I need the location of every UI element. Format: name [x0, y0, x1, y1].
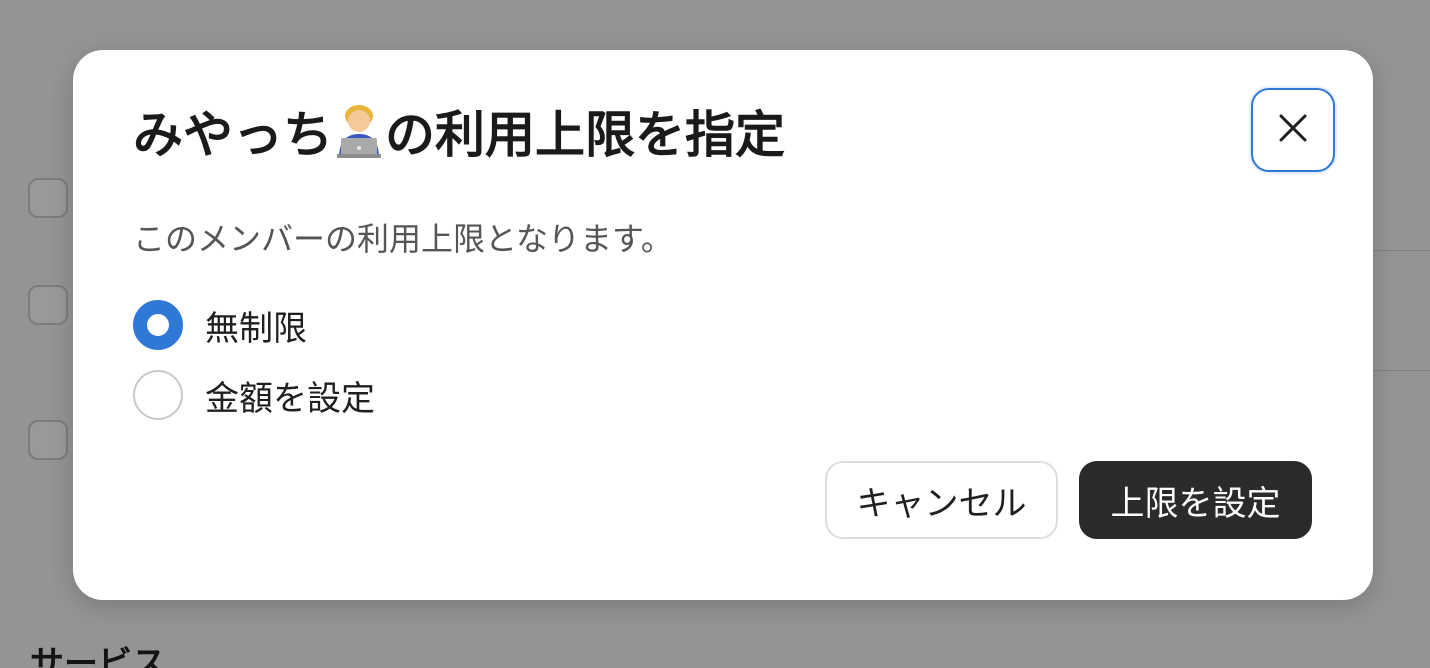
set-limit-button[interactable]: 上限を設定: [1079, 461, 1312, 539]
option-unlimited[interactable]: 無制限: [133, 300, 307, 350]
option-label: 金額を設定: [205, 378, 375, 419]
radio-set-amount[interactable]: [133, 370, 183, 420]
option-set-amount[interactable]: 金額を設定: [133, 370, 375, 420]
option-label: 無制限: [205, 308, 307, 349]
technologist-icon: [333, 102, 385, 158]
radio-unlimited[interactable]: [133, 300, 183, 350]
member-name: みやっち: [133, 106, 333, 164]
cancel-button[interactable]: キャンセル: [825, 461, 1058, 539]
usage-limit-dialog: みやっち の利用上限を指定 このメンバーの利用上限となります。 無制限 金額を設…: [73, 50, 1373, 600]
close-button[interactable]: [1251, 88, 1335, 172]
dialog-description: このメンバーの利用上限となります。: [133, 220, 673, 258]
title-suffix: の利用上限を指定: [385, 106, 785, 164]
close-icon: [1278, 113, 1308, 147]
dialog-title: みやっち の利用上限を指定: [133, 102, 785, 163]
